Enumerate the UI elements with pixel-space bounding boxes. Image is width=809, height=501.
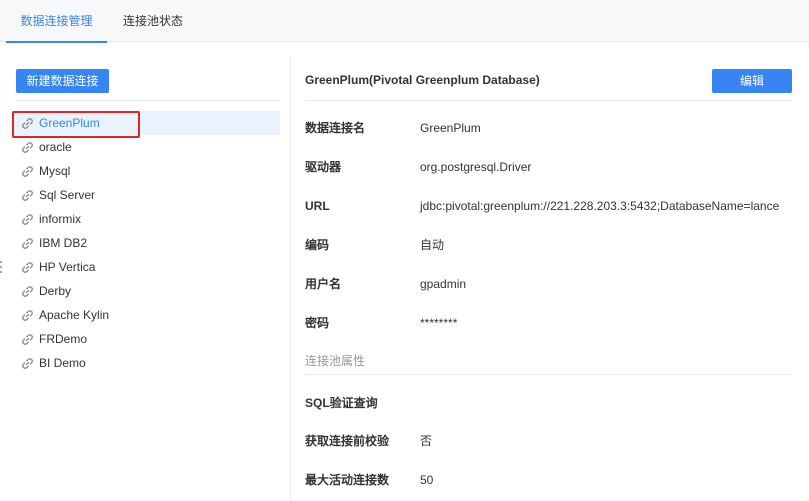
field-value: org.postgresql.Driver <box>420 160 532 174</box>
field-value: 50 <box>420 473 434 487</box>
link-icon <box>22 262 33 273</box>
field-label: 最大活动连接数 <box>305 473 390 487</box>
link-icon <box>22 238 33 249</box>
connection-name: GreenPlum <box>39 116 100 130</box>
connection-item-oracle[interactable]: oracle <box>12 135 280 159</box>
connection-detail-title: GreenPlum(Pivotal Greenplum Database) <box>305 73 540 87</box>
field-value: 自动 <box>420 238 445 252</box>
field-driver: 驱动器 org.postgresql.Driver <box>305 157 805 177</box>
connection-name: FRDemo <box>39 332 88 346</box>
link-icon <box>22 310 33 321</box>
field-url: URL jdbc:pivotal:greenplum://221.228.203… <box>305 196 805 216</box>
top-tab-bar: 数据连接管理 连接池状态 <box>0 0 809 43</box>
new-data-connection-button[interactable]: 新建数据连接 <box>16 69 109 93</box>
pool-section-divider <box>305 374 792 375</box>
tab-connection-pool-status[interactable]: 连接池状态 <box>122 0 184 42</box>
field-value: gpadmin <box>420 277 467 291</box>
field-sql-validation-query: SQL验证查询 <box>305 393 805 413</box>
field-connection-name: 数据连接名 GreenPlum <box>305 118 805 138</box>
field-label: 获取连接前校验 <box>305 434 390 448</box>
link-icon <box>22 190 33 201</box>
connection-item-hp-vertica[interactable]: HP Vertica <box>12 255 280 279</box>
field-label: 数据连接名 <box>305 121 366 135</box>
resize-handle-icon[interactable] <box>0 261 2 273</box>
field-encoding: 编码 自动 <box>305 235 805 255</box>
connection-item-bi-demo[interactable]: BI Demo <box>12 351 280 375</box>
connection-item-greenplum[interactable]: GreenPlum <box>12 111 280 138</box>
connection-name: informix <box>39 212 82 226</box>
field-max-active-connections: 最大活动连接数 50 <box>305 470 805 490</box>
connection-item-derby[interactable]: Derby <box>12 279 280 303</box>
connection-name: IBM DB2 <box>39 236 88 250</box>
field-label: URL <box>305 199 330 213</box>
link-icon <box>22 166 33 177</box>
connection-item-apache-kylin[interactable]: Apache Kylin <box>12 303 280 327</box>
panel-divider <box>290 58 291 501</box>
field-value: 否 <box>420 434 433 448</box>
field-value: GreenPlum <box>420 121 481 135</box>
link-icon <box>22 142 33 153</box>
connection-item-mysql[interactable]: Mysql <box>12 159 280 183</box>
connection-name: oracle <box>39 140 72 154</box>
field-password: 密码 ******** <box>305 313 805 333</box>
field-label: 用户名 <box>305 277 342 291</box>
connection-item-informix[interactable]: informix <box>12 207 280 231</box>
left-divider <box>16 100 280 101</box>
field-label: 编码 <box>305 238 330 252</box>
connection-name: BI Demo <box>39 356 86 370</box>
field-username: 用户名 gpadmin <box>305 274 805 294</box>
field-label: 驱动器 <box>305 160 342 174</box>
connection-name: Apache Kylin <box>39 308 110 322</box>
link-icon <box>22 358 33 369</box>
link-icon <box>22 334 33 345</box>
detail-divider <box>305 100 792 101</box>
connection-list: GreenPlum oracle Mysql Sql Server inform… <box>12 111 280 375</box>
connection-item-sql-server[interactable]: Sql Server <box>12 183 280 207</box>
field-label: 密码 <box>305 316 330 330</box>
field-validate-before-borrow: 获取连接前校验 否 <box>305 431 805 451</box>
field-label: SQL验证查询 <box>305 396 378 410</box>
edit-button[interactable]: 编辑 <box>712 69 792 93</box>
connection-name: Sql Server <box>39 188 96 202</box>
connection-item-ibm-db2[interactable]: IBM DB2 <box>12 231 280 255</box>
link-icon <box>22 286 33 297</box>
pool-properties-section-label: 连接池属性 <box>305 354 366 368</box>
connection-item-frdemo[interactable]: FRDemo <box>12 327 280 351</box>
connection-name: Mysql <box>39 164 71 178</box>
link-icon <box>22 214 33 225</box>
tab-data-connection-management[interactable]: 数据连接管理 <box>6 0 107 43</box>
connection-name: Derby <box>39 284 72 298</box>
field-value: ******** <box>420 316 458 330</box>
link-icon <box>22 118 33 129</box>
field-value: jdbc:pivotal:greenplum://221.228.203.3:5… <box>420 199 780 213</box>
connection-name: HP Vertica <box>39 260 96 274</box>
